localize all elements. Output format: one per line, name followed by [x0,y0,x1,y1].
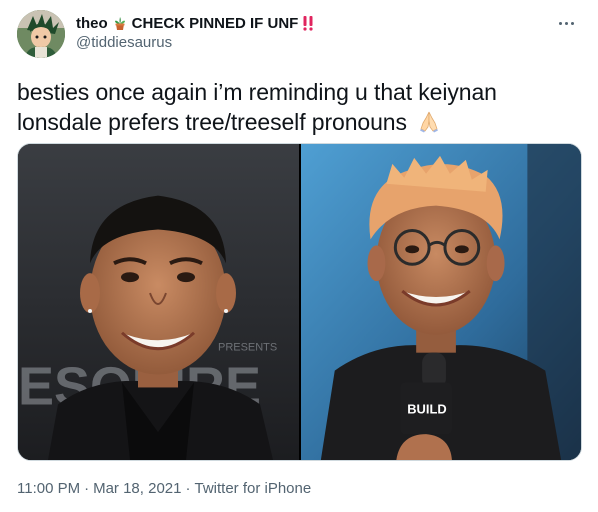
photo-left[interactable]: ESQUIRE PRESENTS [18,144,299,460]
folded-hands-icon [417,109,441,140]
meta-separator: · [84,480,90,497]
potted-plant-icon [112,15,128,31]
dot [570,21,574,25]
name-row: theo CHECK PINNED IF UNF [76,13,548,33]
tweet-time[interactable]: 11:00 PM [17,480,80,497]
dot [564,21,568,25]
more-options-icon[interactable] [554,14,578,32]
avatar-image [17,10,65,58]
handle[interactable]: @tiddiesaurus [76,34,548,51]
dot [558,21,562,25]
tweet-text: besties once again i’m reminding u that … [17,77,587,140]
mic-flag-text: BUILD [407,401,446,416]
photo-left-image: ESQUIRE PRESENTS [18,144,299,460]
tweet-date[interactable]: Mar 18, 2021 [93,480,181,497]
photo-right-image: BUILD [301,144,581,460]
double-exclamation-icon [302,15,314,31]
tweet-media[interactable]: ESQUIRE PRESENTS [17,143,582,461]
tweet-meta: 11:00 PM · Mar 18, 2021 · Twitter for iP… [17,480,311,497]
tweet-header: theo CHECK PINNED IF UNF @tiddiesaurus [76,13,548,51]
tweet-source[interactable]: Twitter for iPhone [194,480,311,497]
tweet-card: theo CHECK PINNED IF UNF @tiddiesaurus b… [0,0,598,512]
display-name[interactable]: theo [76,15,108,32]
backdrop-small-text: PRESENTS [218,342,277,354]
meta-separator: · [185,480,191,497]
avatar[interactable] [17,10,65,58]
display-name-flair[interactable]: CHECK PINNED IF UNF [132,15,299,32]
photo-right[interactable]: BUILD [301,144,581,460]
